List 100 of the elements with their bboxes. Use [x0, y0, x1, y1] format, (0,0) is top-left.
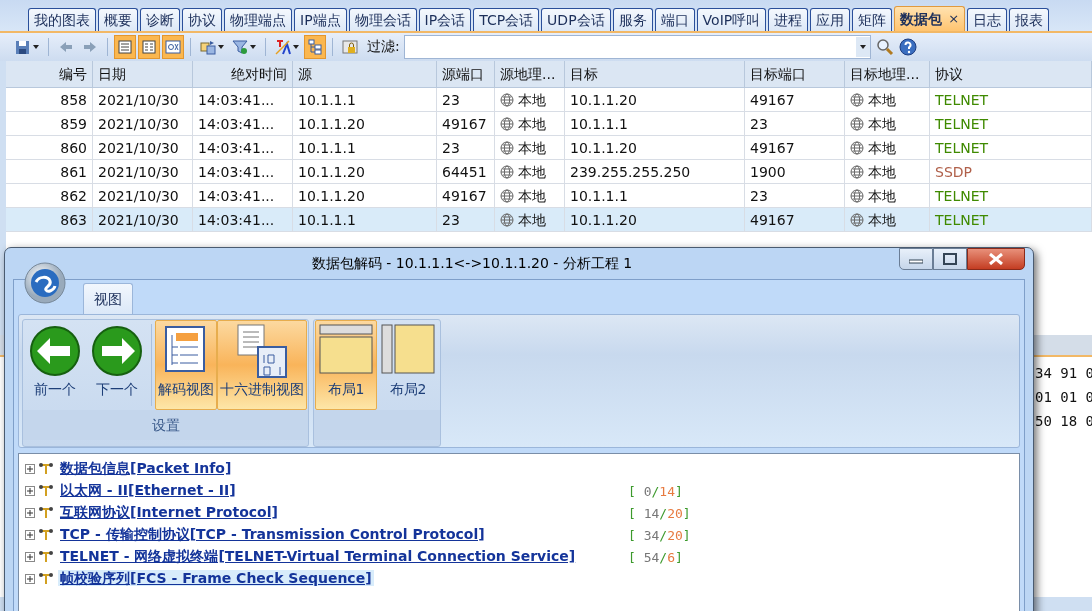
- help-icon[interactable]: [898, 38, 917, 56]
- column-header[interactable]: 绝对时间: [193, 61, 293, 88]
- tab[interactable]: 数据包 ×: [894, 6, 966, 31]
- column-header[interactable]: 目标地理...: [845, 61, 930, 88]
- tab[interactable]: IP会话: [418, 8, 472, 31]
- toolbar-button[interactable]: [162, 35, 184, 59]
- table-cell: 23: [437, 208, 495, 232]
- filter-field[interactable]: [403, 35, 871, 59]
- table-cell: 10.1.1.1: [565, 112, 745, 136]
- expand-icon: [25, 508, 35, 518]
- table-cell: 1900: [745, 160, 845, 184]
- table-cell: 10.1.1.20: [565, 136, 745, 160]
- column-header[interactable]: 源地理...: [495, 61, 565, 88]
- hex-view-icon: [165, 39, 181, 55]
- ribbon-button[interactable]: 十六进制视图: [217, 320, 307, 410]
- search-icon[interactable]: [875, 38, 894, 56]
- toolbar-button[interactable]: [304, 35, 326, 59]
- filter-icon: [232, 39, 248, 55]
- geo-text: 本地: [518, 210, 546, 230]
- geo-text: 本地: [868, 138, 896, 158]
- table-cell: 2021/10/30: [93, 136, 193, 160]
- table-cell: 2021/10/30: [93, 88, 193, 112]
- toolbar-button[interactable]: [114, 35, 136, 59]
- tab[interactable]: 端口: [654, 8, 695, 31]
- tab[interactable]: TCP会话: [473, 8, 540, 31]
- table-cell: SSDP: [930, 160, 1092, 184]
- node-icon: [38, 528, 54, 542]
- expand-icon: [25, 486, 35, 496]
- close-button[interactable]: [967, 248, 1025, 270]
- dropdown-button[interactable]: [855, 37, 870, 57]
- column-header[interactable]: 日期: [93, 61, 193, 88]
- window-title: 数据包解码 - 10.1.1.1<->10.1.1.20 - 分析工程 1: [310, 254, 634, 273]
- geo-text: 本地: [518, 114, 546, 134]
- tab[interactable]: IP端点: [294, 8, 347, 31]
- table-cell: 23: [437, 136, 495, 160]
- globe-icon: [500, 92, 514, 107]
- globe-icon: [850, 188, 864, 203]
- table-cell: 10.1.1.1: [293, 136, 437, 160]
- ribbon-button[interactable]: 布局1: [315, 320, 377, 410]
- column-header[interactable]: 源端口: [437, 61, 495, 88]
- table-cell: TELNET: [930, 88, 1092, 112]
- toolbar-button[interactable]: [138, 35, 160, 59]
- table-cell: 861: [6, 160, 93, 184]
- lock-icon: [342, 39, 358, 55]
- globe-icon: [500, 116, 514, 131]
- table-cell: 23: [437, 88, 495, 112]
- table-cell: 49167: [437, 112, 495, 136]
- geo-text: 本地: [518, 186, 546, 206]
- table-cell: 2021/10/30: [93, 160, 193, 184]
- save-icon: [15, 39, 31, 55]
- table-cell: 10.1.1.20: [565, 208, 745, 232]
- font-color-icon: [275, 39, 291, 55]
- column-header[interactable]: 编号: [6, 61, 93, 88]
- geo-text: 本地: [518, 90, 546, 110]
- column-header[interactable]: 目标: [565, 61, 745, 88]
- table-cell: 14:03:41...: [193, 136, 293, 160]
- minimize-button[interactable]: [899, 248, 933, 270]
- tab[interactable]: 诊断: [140, 8, 180, 31]
- tree-view-icon: [307, 39, 323, 55]
- maximize-button[interactable]: [933, 248, 967, 270]
- column-header[interactable]: 源: [293, 61, 437, 88]
- tab[interactable]: 服务: [612, 8, 653, 31]
- table-cell: 14:03:41...: [193, 112, 293, 136]
- tab[interactable]: 日志: [967, 8, 1008, 31]
- tab[interactable]: 协议: [182, 8, 222, 31]
- hex-view-icon: [234, 323, 290, 379]
- tab[interactable]: 进程: [768, 8, 809, 31]
- geo-text: 本地: [868, 114, 896, 134]
- column-header[interactable]: 目标端口: [745, 61, 845, 88]
- table-cell: 858: [6, 88, 93, 112]
- tab[interactable]: 物理会话: [348, 8, 417, 31]
- close-icon: [988, 253, 1004, 265]
- expand-icon: [25, 464, 35, 474]
- ribbon-button[interactable]: 下一个: [86, 320, 148, 410]
- table-cell: 10.1.1.20: [293, 112, 437, 136]
- detail-view-icon: [141, 39, 157, 55]
- ribbon-tab[interactable]: 视图: [83, 283, 133, 314]
- expand-icon: [25, 552, 35, 562]
- ribbon-button[interactable]: 布局2: [377, 320, 439, 410]
- table-cell: 863: [6, 208, 93, 232]
- byte-range: [ 14/20]: [628, 505, 691, 521]
- table-cell: 860: [6, 136, 93, 160]
- ribbon-button[interactable]: 前一个: [24, 320, 86, 410]
- column-header[interactable]: 协议: [930, 61, 1092, 88]
- tab[interactable]: 报表: [1009, 8, 1050, 31]
- table-cell: 14:03:41...: [193, 88, 293, 112]
- tab[interactable]: 概要: [98, 8, 138, 31]
- tab[interactable]: 应用: [810, 8, 851, 31]
- tab[interactable]: 我的图表: [28, 8, 96, 31]
- close-button[interactable]: ×: [948, 8, 960, 30]
- globe-icon: [500, 188, 514, 203]
- tab[interactable]: 矩阵: [852, 8, 893, 31]
- tab[interactable]: VoIP呼叫: [696, 8, 767, 31]
- tab[interactable]: 物理端点: [224, 8, 292, 31]
- table-cell: TELNET: [930, 112, 1092, 136]
- caret-icon: [859, 45, 866, 49]
- tab[interactable]: UDP会话: [541, 8, 611, 31]
- ribbon-button[interactable]: 解码视图: [155, 320, 217, 410]
- table-cell: 2021/10/30: [93, 208, 193, 232]
- globe-icon: [500, 140, 514, 155]
